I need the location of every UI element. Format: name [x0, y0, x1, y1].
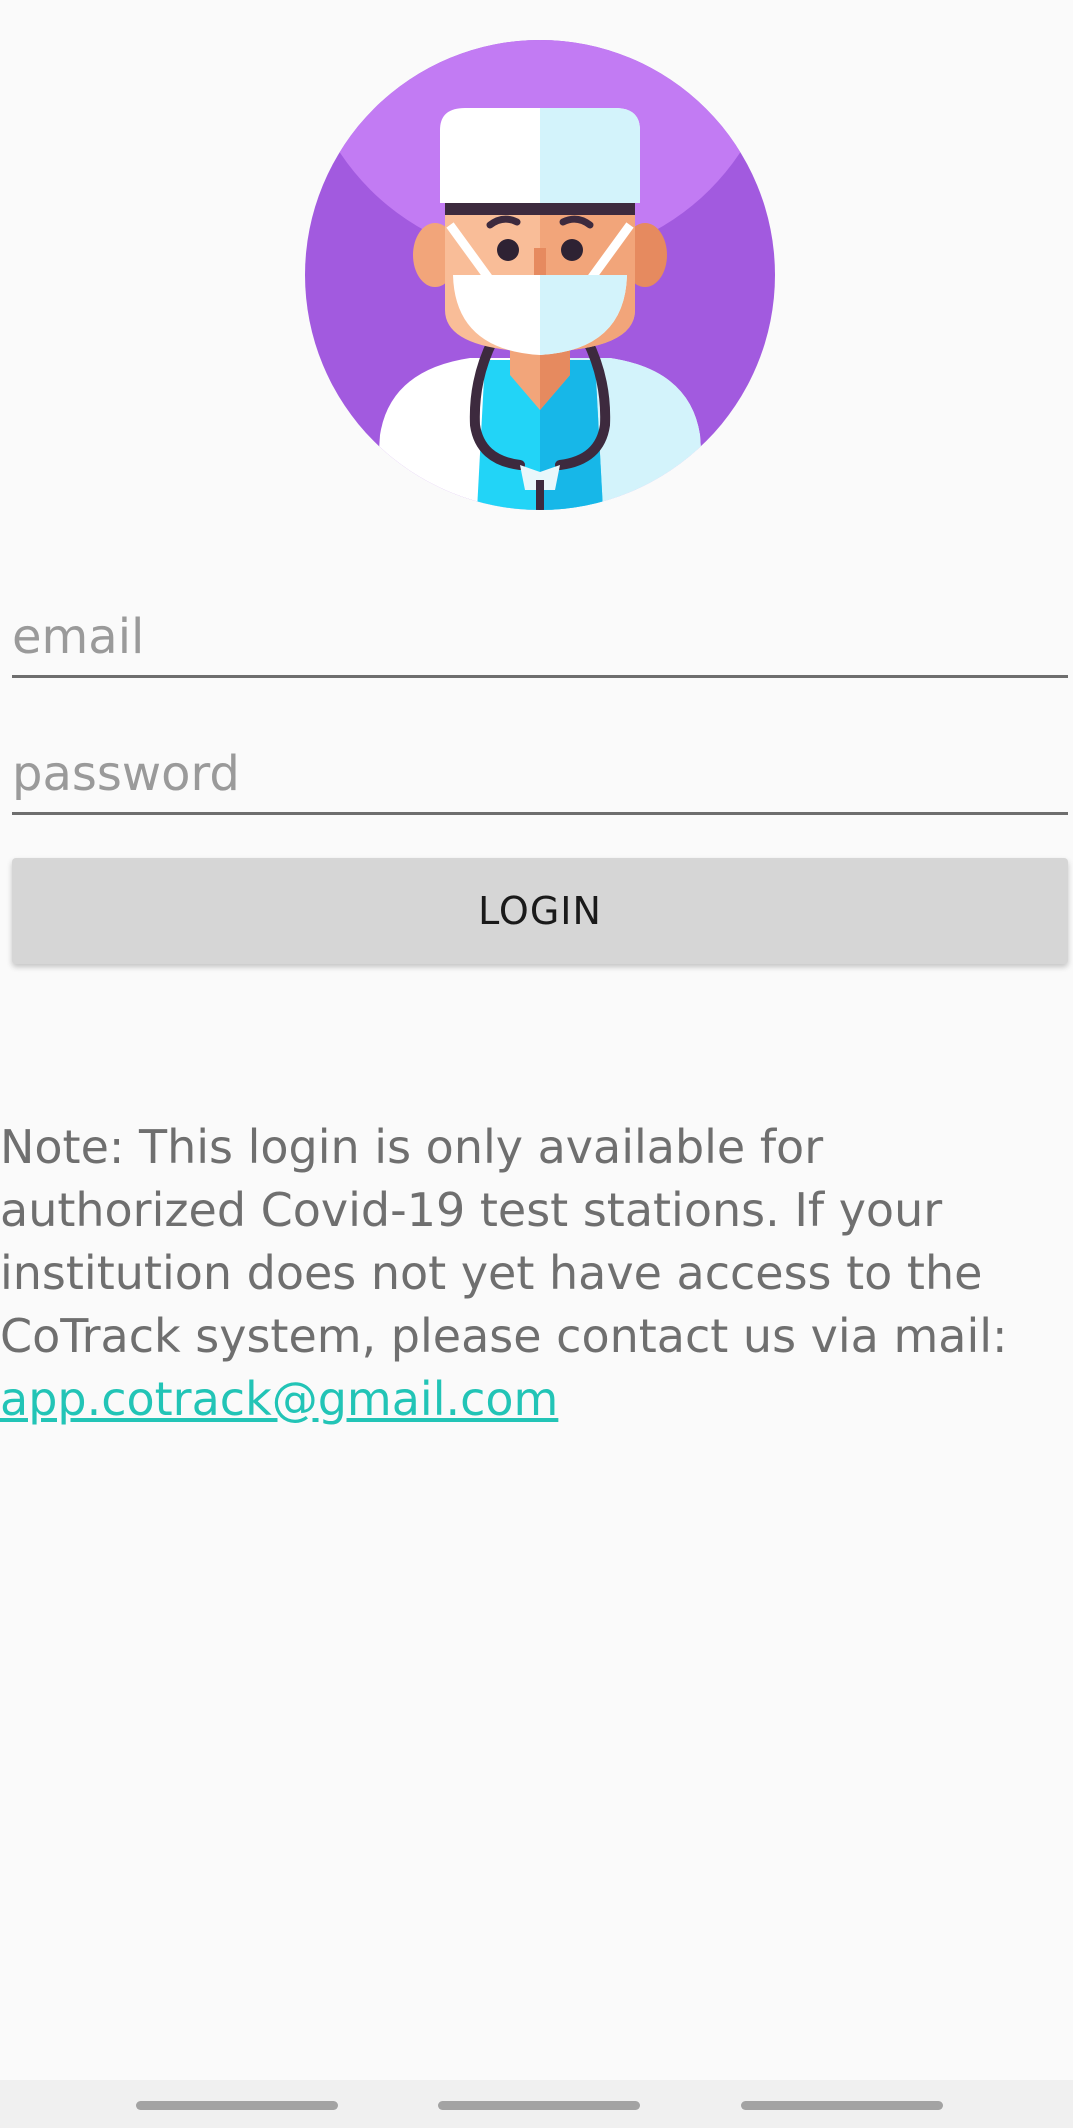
- nav-recents-handle[interactable]: [741, 2101, 943, 2110]
- access-note: Note: This login is only available for a…: [0, 1116, 1065, 1431]
- nav-home-handle[interactable]: [438, 2101, 640, 2110]
- system-navigation-bar: [0, 2080, 1073, 2128]
- password-field[interactable]: [12, 735, 1068, 815]
- nav-back-handle[interactable]: [136, 2101, 338, 2110]
- doctor-avatar-icon: [305, 40, 775, 510]
- email-field[interactable]: [12, 598, 1068, 678]
- login-button[interactable]: LOGIN: [12, 858, 1068, 964]
- contact-email-link[interactable]: app.cotrack@gmail.com: [0, 1372, 558, 1426]
- access-note-text: Note: This login is only available for a…: [0, 1120, 1008, 1363]
